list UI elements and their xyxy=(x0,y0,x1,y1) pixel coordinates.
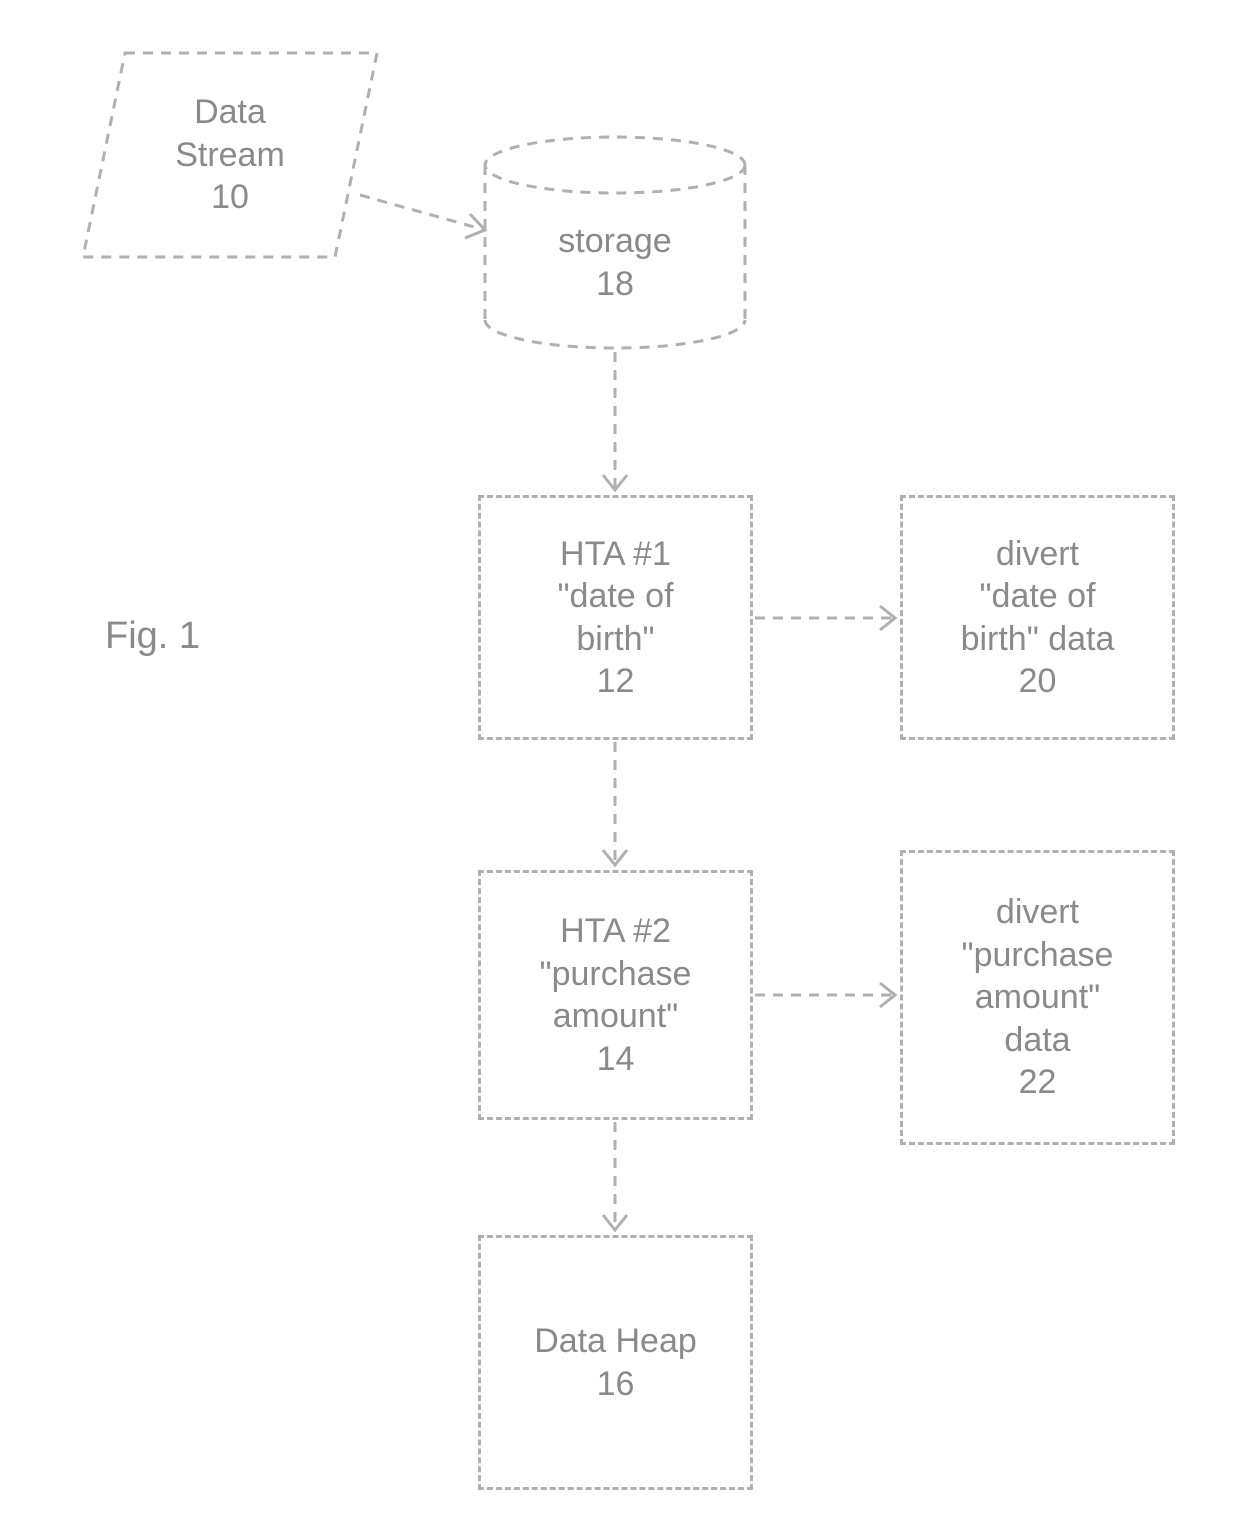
hta2-line1: HTA #2 xyxy=(560,912,671,950)
arrow-storage-to-hta1 xyxy=(603,352,627,490)
arrow-hta1-to-divert1 xyxy=(755,606,895,630)
hta1-line1: HTA #1 xyxy=(560,535,671,573)
storage-id: 18 xyxy=(596,265,634,303)
hta2-id: 14 xyxy=(597,1040,635,1078)
node-data-stream-text: Data Stream 10 xyxy=(175,91,285,219)
node-hta1-text: HTA #1 "date of birth" 12 xyxy=(557,533,673,703)
divert1-line3: birth" data xyxy=(961,620,1115,658)
divert1-id: 20 xyxy=(1019,662,1057,700)
divert2-line3: amount" xyxy=(975,978,1100,1016)
node-storage: storage 18 xyxy=(475,130,755,355)
node-divert1: divert "date of birth" data 20 xyxy=(900,495,1175,740)
node-data-stream: Data Stream 10 xyxy=(75,45,385,265)
node-data-heap: Data Heap 16 xyxy=(478,1235,753,1490)
node-hta1: HTA #1 "date of birth" 12 xyxy=(478,495,753,740)
divert1-line1: divert xyxy=(996,535,1079,573)
hta2-line3: amount" xyxy=(553,997,678,1035)
hta1-id: 12 xyxy=(597,662,635,700)
node-divert2-text: divert "purchase amount" data 22 xyxy=(962,891,1114,1104)
arrow-hta1-to-hta2 xyxy=(603,742,627,865)
data-stream-line2: Stream xyxy=(175,136,285,174)
node-divert2: divert "purchase amount" data 22 xyxy=(900,850,1175,1145)
data-stream-id: 10 xyxy=(211,178,249,216)
figure-label: Fig. 1 xyxy=(105,615,200,658)
hta1-line3: birth" xyxy=(576,620,654,658)
storage-label: storage xyxy=(558,222,671,260)
diagram-canvas: { "figure_label": "Fig. 1", "nodes": { "… xyxy=(0,0,1240,1532)
node-storage-text: storage 18 xyxy=(558,220,671,305)
data-heap-line1: Data Heap xyxy=(534,1322,697,1360)
divert2-line2: "purchase xyxy=(962,936,1114,974)
divert2-line1: divert xyxy=(996,893,1079,931)
divert2-line4: data xyxy=(1004,1021,1070,1059)
arrow-hta2-to-divert2 xyxy=(755,983,895,1007)
hta2-line2: "purchase xyxy=(540,955,692,993)
data-stream-line1: Data xyxy=(194,93,266,131)
node-divert1-text: divert "date of birth" data 20 xyxy=(961,533,1115,703)
divert2-id: 22 xyxy=(1019,1063,1057,1101)
node-hta2-text: HTA #2 "purchase amount" 14 xyxy=(540,910,692,1080)
node-hta2: HTA #2 "purchase amount" 14 xyxy=(478,870,753,1120)
hta1-line2: "date of xyxy=(557,577,673,615)
data-heap-id: 16 xyxy=(597,1365,635,1403)
divert1-line2: "date of xyxy=(979,577,1095,615)
arrow-hta2-to-dataheap xyxy=(603,1122,627,1230)
node-data-heap-text: Data Heap 16 xyxy=(534,1320,697,1405)
